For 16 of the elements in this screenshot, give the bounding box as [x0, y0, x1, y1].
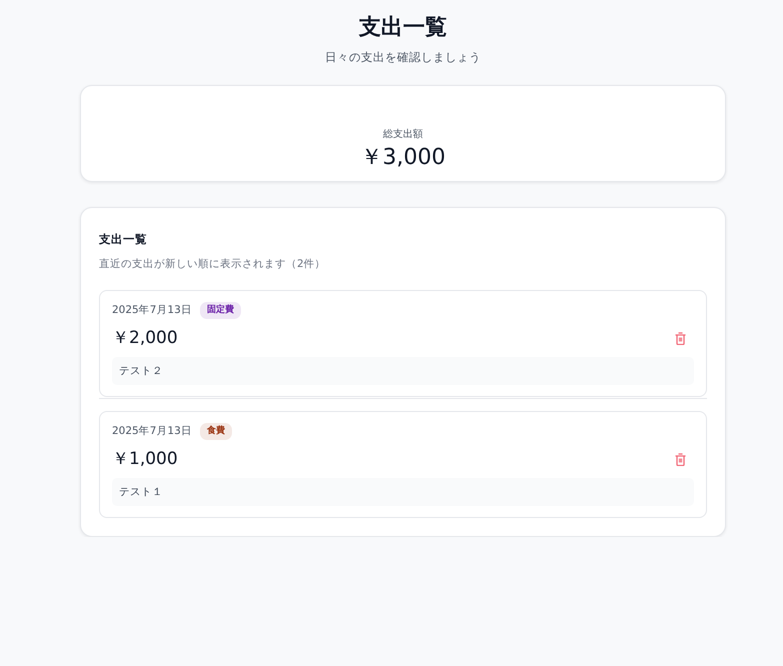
page-subtitle: 日々の支出を確認しましょう — [324, 49, 482, 66]
expense-amount: ￥1,000 — [112, 448, 178, 470]
list-title: 支出一覧 — [99, 232, 147, 246]
category-tag: 食費 — [200, 423, 232, 440]
total-amount: ￥3,000 — [360, 145, 446, 170]
trash-icon[interactable] — [675, 332, 686, 345]
total-label: 総支出額 — [383, 129, 423, 140]
expense-date: 2025年7月13日 — [112, 302, 192, 318]
expense-note: テスト１ — [112, 478, 694, 506]
list-description: 直近の支出が新しい順に表示されます（2件） — [99, 258, 326, 270]
category-tag: 固定費 — [200, 302, 241, 320]
expense-date: 2025年7月13日 — [112, 424, 192, 439]
trash-icon[interactable] — [675, 452, 686, 466]
expense-amount: ￥2,000 — [112, 327, 178, 350]
page-title: 支出一覧 — [358, 14, 448, 42]
expense-note: テスト２ — [112, 357, 694, 386]
